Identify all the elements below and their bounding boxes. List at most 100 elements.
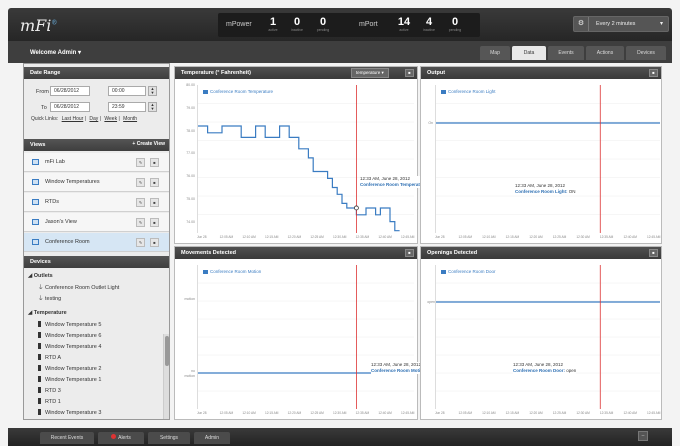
view-item-label: Window Temperatures [45, 179, 100, 185]
tab-admin[interactable]: Admin [194, 432, 230, 444]
openings-plot-area[interactable] [435, 265, 660, 409]
movements-y-label-bottom-2: motion [184, 374, 195, 378]
tree-item-outlet[interactable]: ⏚ testing [38, 294, 61, 302]
view-item-conference-room[interactable]: Conference Room ✎ ■ [24, 233, 169, 252]
y-tick-label: 76.00 [186, 174, 195, 179]
to-date-input[interactable]: 06/28/2012 [50, 102, 90, 112]
x-tick-label: 12:30 AM [576, 235, 590, 239]
quick-link-week[interactable]: Week [104, 116, 117, 122]
to-time-input[interactable]: 23:59 [108, 102, 146, 112]
delete-chart-icon[interactable]: ■ [649, 249, 658, 257]
tab-actions[interactable]: Actions [586, 46, 624, 60]
scrollbar-thumb[interactable] [165, 336, 169, 366]
delete-view-icon[interactable]: ■ [150, 238, 159, 247]
from-time-input[interactable]: 00:00 [108, 86, 146, 96]
tree-item-sensor[interactable]: Window Temperature 2 [38, 365, 101, 372]
x-tick-label: 12:20 AM [529, 235, 543, 239]
quick-link-day[interactable]: Day [89, 116, 98, 122]
edit-view-icon[interactable]: ✎ [136, 158, 145, 167]
chart-icon [32, 159, 39, 165]
x-tick-label: Jun 28 [435, 235, 445, 239]
tab-devices[interactable]: Devices [626, 46, 666, 60]
view-item-rtds[interactable]: RTDs ✎ ■ [24, 193, 169, 212]
edit-view-icon[interactable]: ✎ [136, 178, 145, 187]
delete-chart-icon[interactable]: ■ [649, 69, 658, 77]
thermometer-icon [38, 398, 41, 404]
x-tick-label: 12:45 AM [401, 235, 415, 239]
delete-view-icon[interactable]: ■ [150, 178, 159, 187]
tree-group-temperature[interactable]: ◢ Temperature [28, 310, 67, 316]
y-tick-label: 79.00 [186, 105, 195, 110]
temperature-plot-area[interactable] [197, 85, 414, 233]
edit-view-icon[interactable]: ✎ [136, 198, 145, 207]
welcome-user-menu[interactable]: Welcome Admin ▾ [30, 49, 81, 56]
delete-view-icon[interactable]: ■ [150, 218, 159, 227]
x-tick-label: 12:15 AM [265, 235, 279, 239]
tree-group-outlets[interactable]: ◢ Outlets [28, 273, 53, 279]
delete-view-icon[interactable]: ■ [150, 198, 159, 207]
collapse-icon[interactable]: – [638, 431, 648, 441]
mport-active-count: 14 [397, 16, 411, 28]
tab-data[interactable]: Data [512, 46, 546, 60]
bottom-bar: Recent Events Alerts Settings Admin – [8, 428, 672, 446]
x-tick-label: 12:10 AM [482, 235, 496, 239]
view-item-mfi-lab[interactable]: mFi Lab ✎ ■ [24, 153, 169, 172]
thermometer-icon [38, 409, 41, 415]
quick-link-last-hour[interactable]: Last Hour [62, 116, 84, 122]
movements-chart [198, 265, 414, 409]
quick-link-month[interactable]: Month [123, 116, 137, 122]
tab-events[interactable]: Events [548, 46, 584, 60]
y-tick-label: 77.00 [186, 151, 195, 156]
tree-item-sensor[interactable]: Window Temperature 1 [38, 376, 101, 383]
edit-view-icon[interactable]: ✎ [136, 238, 145, 247]
device-stats: mPower 1 active 0 inactive 0 pending mPo… [218, 13, 480, 37]
thermometer-icon [38, 354, 41, 360]
thermometer-icon [38, 387, 41, 393]
tree-item-sensor[interactable]: RTD A [38, 354, 61, 361]
x-tick-label: 12:45 AM [647, 235, 661, 239]
tree-item-sensor[interactable]: RTD 1 [38, 398, 61, 405]
mfi-logo[interactable]: mFi® [20, 16, 57, 35]
tree-item-sensor[interactable]: Window Temperature 6 [38, 332, 101, 339]
gear-icon[interactable]: ⚙ [574, 17, 589, 31]
mport-pending-sub: pending [448, 28, 462, 32]
movements-legend: Conference Room Motion [203, 269, 261, 274]
tab-alerts[interactable]: Alerts [98, 432, 144, 444]
from-date-input[interactable]: 06/28/2012 [50, 86, 90, 96]
thermometer-icon [38, 343, 41, 349]
view-item-jasons-view[interactable]: Jason's View ✎ ■ [24, 213, 169, 232]
view-item-window-temperatures[interactable]: Window Temperatures ✎ ■ [24, 173, 169, 192]
date-range-header: Date Range [24, 67, 169, 79]
openings-legend: Conference Room Door [441, 269, 496, 274]
chart-icon [32, 179, 39, 185]
tab-map[interactable]: Map [480, 46, 510, 60]
x-tick-label: 12:20 AM [287, 235, 302, 239]
create-view-button[interactable]: + Create View [132, 141, 165, 147]
movements-plot-area[interactable] [197, 265, 414, 409]
refresh-interval-select[interactable]: ⚙ Every 2 minutes ▾ [573, 16, 669, 32]
quick-links-label: Quick Links: [31, 116, 59, 122]
from-time-stepper[interactable]: ▲ ▼ [148, 86, 157, 96]
output-chart [436, 85, 660, 233]
tree-item-outlet[interactable]: ⏚ Conference Room Outlet Light [38, 283, 119, 291]
tree-item-sensor[interactable]: RTD 3 [38, 387, 61, 394]
delete-view-icon[interactable]: ■ [150, 158, 159, 167]
tab-recent-events[interactable]: Recent Events [40, 432, 94, 444]
sensor-type-dropdown[interactable]: temperature ▾ [351, 68, 389, 78]
devices-scrollbar[interactable] [163, 334, 169, 419]
tree-item-sensor[interactable]: Window Temperature 4 [38, 343, 101, 350]
edit-view-icon[interactable]: ✎ [136, 218, 145, 227]
to-time-stepper[interactable]: ▲ ▼ [148, 102, 157, 112]
tab-settings[interactable]: Settings [148, 432, 190, 444]
tree-item-sensor[interactable]: Window Temperature 3 [38, 409, 101, 416]
output-legend: Conference Room Light [441, 89, 496, 94]
tree-item-sensor[interactable]: Window Temperature 5 [38, 321, 101, 328]
view-item-label: mFi Lab [45, 159, 65, 165]
devices-header: Devices [24, 256, 169, 268]
movements-y-label-bottom-1: no [191, 369, 195, 373]
delete-chart-icon[interactable]: ■ [405, 69, 414, 77]
delete-chart-icon[interactable]: ■ [405, 249, 414, 257]
thermometer-icon [38, 332, 41, 338]
output-y-label: On [428, 121, 433, 125]
output-plot-area[interactable] [435, 85, 660, 233]
